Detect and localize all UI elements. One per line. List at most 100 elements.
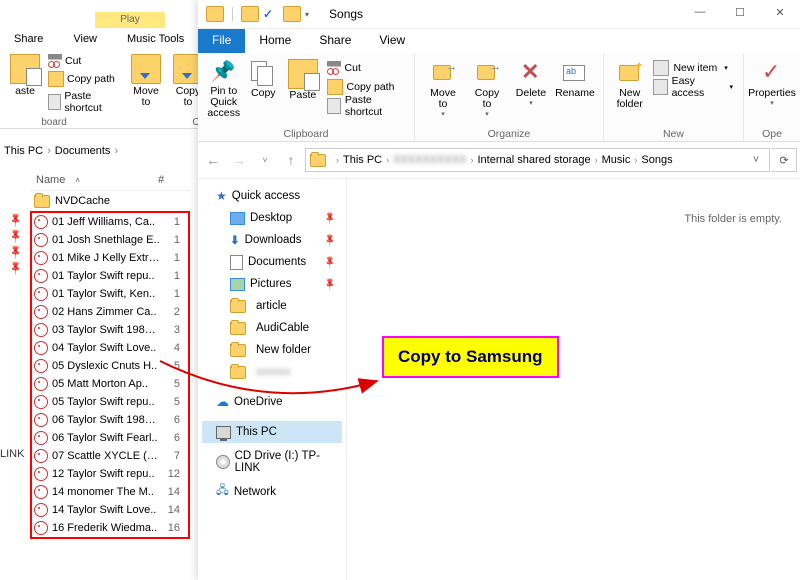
tree-cd-drive[interactable]: CD Drive (I:) TP-LINK — [202, 451, 342, 473]
file-row[interactable]: 04 Taylor Swift Love..4 — [32, 339, 188, 357]
tree-pictures[interactable]: Pictures📌 — [202, 273, 342, 295]
tree-quick-access[interactable]: ★Quick access — [202, 185, 342, 207]
crumb-this-pc[interactable]: This PC — [343, 154, 382, 166]
nav-recent-button[interactable]: ˅ — [253, 148, 277, 172]
paste-shortcut-button[interactable]: Paste shortcut — [323, 97, 408, 114]
cloud-icon: ☁ — [216, 394, 229, 410]
file-row[interactable]: 05 Matt Morton Ap..5 — [32, 375, 188, 393]
tab-file[interactable]: File — [198, 29, 245, 53]
file-row[interactable]: 02 Hans Zimmer Ca..2 — [32, 303, 188, 321]
crumb-music[interactable]: Music — [602, 154, 631, 166]
tree-audicable[interactable]: AudiCable — [202, 317, 342, 339]
file-row[interactable]: 01 Taylor Swift repu..1 — [32, 267, 188, 285]
crumb-device[interactable]: XXXXXXXXXX — [393, 154, 466, 166]
tree-article[interactable]: article — [202, 295, 342, 317]
paste-button[interactable]: aste — [15, 86, 35, 97]
crumb-documents[interactable]: Documents — [55, 145, 111, 157]
tree-downloads[interactable]: ⬇Downloads📌 — [202, 229, 342, 251]
rename-button[interactable]: Rename — [553, 57, 597, 99]
copy-path-button[interactable]: Copy path — [323, 78, 408, 95]
cut-button[interactable]: Cut — [323, 59, 408, 76]
column-headers[interactable]: Name˄ # — [30, 170, 190, 191]
file-row[interactable]: 07 Scattle XYCLE (O..7 — [32, 447, 188, 465]
delete-button[interactable]: Delete▾ — [509, 57, 553, 107]
file-row[interactable]: 06 Taylor Swift Fearl..6 — [32, 429, 188, 447]
paste-button[interactable]: Paste — [283, 57, 323, 101]
file-row[interactable]: 01 Taylor Swift, Ken..1 — [32, 285, 188, 303]
tab-view[interactable]: View — [365, 29, 419, 53]
new-item-icon — [653, 60, 669, 76]
easy-access-button[interactable]: Easy access▾ — [649, 78, 737, 95]
tree-hidden-item[interactable]: xxxxxx — [202, 361, 342, 383]
crumb-this-pc[interactable]: This PC — [4, 145, 43, 157]
empty-folder-message: This folder is empty. — [684, 213, 782, 225]
file-row[interactable]: 01 Josh Snethlage E..1 — [32, 231, 188, 249]
crumb-internal[interactable]: Internal shared storage — [478, 154, 591, 166]
file-row[interactable]: 05 Dyslexic Cnuts H..5 — [32, 357, 188, 375]
qat-dropdown-icon[interactable]: ▾ — [305, 10, 309, 19]
file-row[interactable]: 14 Taylor Swift Love..14 — [32, 501, 188, 519]
file-row[interactable]: 03 Taylor Swift 1989 ..3 — [32, 321, 188, 339]
group-clipboard: Pin to Quick access Copy Paste Cut Copy … — [198, 53, 415, 141]
move-to-button[interactable]: Move to▾ — [421, 57, 465, 118]
new-item-button[interactable]: New item▾ — [649, 59, 737, 76]
tab-play[interactable]: Play — [95, 12, 165, 28]
folder-nvdcache[interactable]: NVDCache — [30, 191, 190, 211]
address-bar[interactable]: › This PC› XXXXXXXXXX› Internal shared s… — [305, 148, 770, 172]
tree-network[interactable]: 🖧Network — [202, 481, 342, 503]
col-name[interactable]: Name˄ — [36, 174, 158, 186]
tree-desktop[interactable]: Desktop📌 — [202, 207, 342, 229]
close-button[interactable]: ✕ — [760, 0, 800, 24]
file-row[interactable]: 14 monomer The M..14 — [32, 483, 188, 501]
file-row[interactable]: 12 Taylor Swift repu..12 — [32, 465, 188, 483]
tree-link[interactable]: LINK — [0, 448, 24, 460]
copy-to-button[interactable]: Copy to — [176, 86, 201, 108]
move-to-button[interactable]: Move to — [133, 86, 159, 108]
copy-to-button[interactable]: Copy to▾ — [465, 57, 509, 118]
col-number[interactable]: # — [158, 174, 164, 186]
file-row[interactable]: 05 Taylor Swift repu..5 — [32, 393, 188, 411]
ribbon-tabs: File Home Share View — [198, 29, 800, 53]
music-icon — [34, 341, 48, 355]
tree-documents[interactable]: Documents📌 — [202, 251, 342, 273]
music-icon — [34, 467, 48, 481]
pin-to-quick-access-button[interactable]: Pin to Quick access — [204, 57, 244, 119]
minimize-button[interactable]: ― — [680, 0, 720, 24]
tab-view[interactable]: View — [69, 30, 101, 48]
tab-music-tools[interactable]: Music Tools — [123, 30, 188, 48]
maximize-button[interactable]: ☐ — [720, 0, 760, 24]
file-row[interactable]: 01 Mike J Kelly Extra..1 — [32, 249, 188, 267]
refresh-button[interactable]: ⟳ — [772, 148, 797, 172]
qat-properties-icon[interactable] — [263, 7, 279, 21]
track-number: 1 — [160, 234, 180, 246]
file-pane[interactable]: This folder is empty. — [347, 179, 800, 580]
file-row[interactable]: 01 Jeff Williams, Ca..1 — [32, 213, 188, 231]
file-row[interactable]: 16 Frederik Wiedma..16 — [32, 519, 188, 537]
download-icon: ⬇ — [230, 233, 240, 247]
tab-share[interactable]: Share — [305, 29, 365, 53]
tab-share[interactable]: Share — [10, 30, 47, 48]
addr-dropdown-icon[interactable]: ˅ — [747, 154, 765, 166]
tree-onedrive[interactable]: ☁OneDrive — [202, 391, 342, 413]
music-icon — [34, 359, 48, 373]
copy-button[interactable]: Copy — [244, 57, 284, 99]
tree-this-pc[interactable]: This PC — [202, 421, 342, 443]
nav-back-button[interactable]: ← — [201, 148, 225, 172]
properties-button[interactable]: Properties▾ — [750, 57, 794, 107]
new-folder-button[interactable]: New folder — [610, 57, 650, 110]
qat-explorer-icon[interactable] — [241, 6, 259, 22]
nav-up-button[interactable]: ↑ — [279, 148, 303, 172]
file-row[interactable]: 06 Taylor Swift 1989 ..6 — [32, 411, 188, 429]
nav-forward-button[interactable]: → — [227, 148, 251, 172]
qat-newfolder-icon[interactable] — [283, 6, 301, 22]
track-number: 1 — [160, 216, 180, 228]
tree-new-folder[interactable]: New folder — [202, 339, 342, 361]
paste-shortcut-button[interactable]: Paste shortcut — [48, 90, 119, 114]
cut-button[interactable]: Cut — [48, 54, 119, 68]
tab-home[interactable]: Home — [245, 29, 305, 53]
breadcrumb[interactable]: This PC› Documents› — [0, 140, 209, 162]
copy-path-button[interactable]: Copy path — [48, 71, 119, 87]
file-name: 05 Taylor Swift repu.. — [52, 396, 160, 408]
folder-icon — [230, 322, 246, 335]
crumb-songs[interactable]: Songs — [641, 154, 672, 166]
